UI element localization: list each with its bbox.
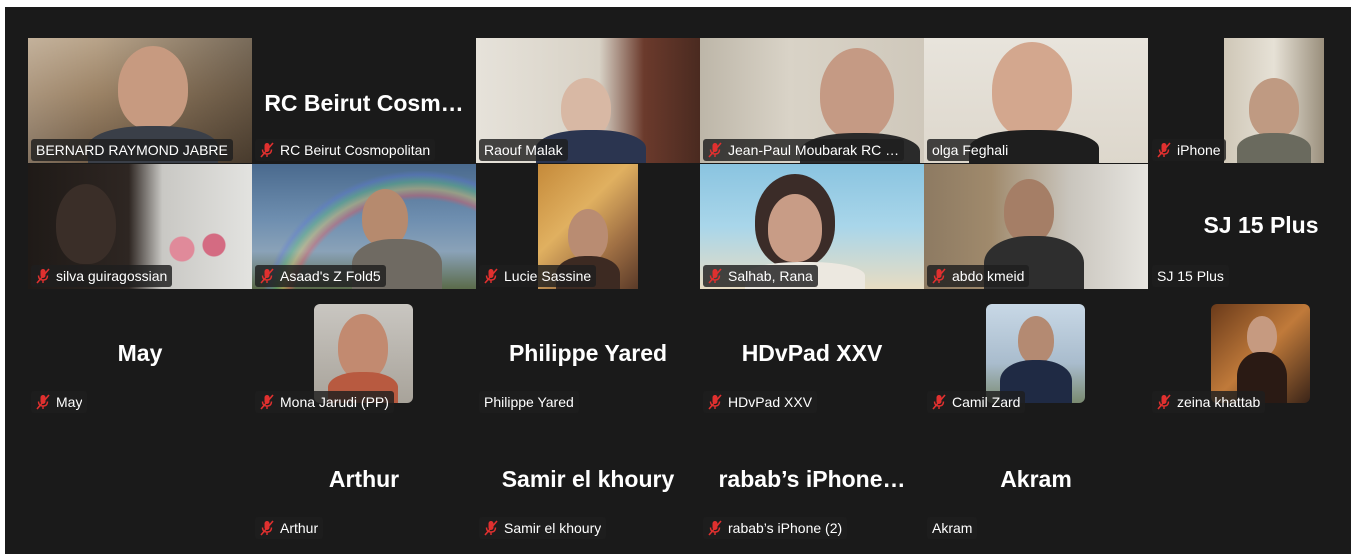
participant-head xyxy=(992,42,1072,138)
muted-mic-icon xyxy=(1157,394,1171,410)
muted-mic-icon xyxy=(484,268,498,284)
participant-head xyxy=(568,209,608,261)
profile-picture xyxy=(986,304,1085,403)
participant-nametag: Akram xyxy=(927,517,978,539)
participant-tile-bernard[interactable]: BERNARD RAYMOND JABRE xyxy=(28,38,252,163)
participant-tile-rc-beirut[interactable]: RC Beirut Cosm… RC Beirut Cosmopolitan xyxy=(252,38,476,163)
participant-tile-may[interactable]: May May xyxy=(28,290,252,415)
participant-nametag: BERNARD RAYMOND JABRE xyxy=(31,139,233,161)
participant-display-name: HDvPad XXV xyxy=(741,340,883,366)
profile-picture xyxy=(1211,304,1310,403)
participant-tile-samir[interactable]: Samir el khoury Samir el khoury xyxy=(476,416,700,541)
participant-tile-asaad[interactable]: Asaad's Z Fold5 xyxy=(252,164,476,289)
muted-mic-icon xyxy=(260,520,274,536)
muted-mic-icon xyxy=(1157,142,1171,158)
participant-head xyxy=(1004,179,1054,243)
participant-head xyxy=(561,78,611,138)
participant-nametag: Lucie Sassine xyxy=(479,265,597,287)
participant-tile-lucie[interactable]: Lucie Sassine xyxy=(476,164,700,289)
participant-nametag: Asaad's Z Fold5 xyxy=(255,265,386,287)
profile-picture xyxy=(314,304,413,403)
participant-nametag: May xyxy=(31,391,88,413)
participant-nametag: Raouf Malak xyxy=(479,139,568,161)
participant-nametag: olga Feghali xyxy=(927,139,1014,161)
participant-nametag: RC Beirut Cosmopolitan xyxy=(255,139,436,161)
participant-tile-hdvpad[interactable]: HDvPad XXV HDvPad XXV xyxy=(700,290,924,415)
participant-tile-rana[interactable]: Salhab, Rana xyxy=(700,164,924,289)
participant-nametag: silva guiragossian xyxy=(31,265,173,287)
participant-head xyxy=(820,48,894,140)
participant-display-name: Akram xyxy=(1000,466,1072,492)
participant-head xyxy=(56,184,116,264)
participant-tile-jean-paul[interactable]: Jean-Paul Moubarak RC … xyxy=(700,38,924,163)
participant-display-name: Samir el khoury xyxy=(501,466,675,492)
muted-mic-icon xyxy=(708,520,722,536)
participant-nametag: Jean-Paul Moubarak RC … xyxy=(703,139,905,161)
participant-head xyxy=(1018,316,1054,364)
participant-tile-abdo[interactable]: abdo kmeid xyxy=(924,164,1148,289)
participant-nametag: abdo kmeid xyxy=(927,265,1030,287)
muted-mic-icon xyxy=(36,394,50,410)
participant-display-name: rabab’s iPhone… xyxy=(718,466,906,492)
participant-display-name: Philippe Yared xyxy=(508,340,668,366)
participant-tile-mona[interactable]: Mona Jarudi (PP) xyxy=(252,290,476,415)
muted-mic-icon xyxy=(260,142,274,158)
participant-head xyxy=(118,46,188,130)
participant-nametag: HDvPad XXV xyxy=(703,391,818,413)
muted-mic-icon xyxy=(484,520,498,536)
participant-nametag: Camil Zard xyxy=(927,391,1026,413)
participant-tile-camil[interactable]: Camil Zard xyxy=(924,290,1148,415)
participant-tile-zeina[interactable]: zeina khattab xyxy=(1149,290,1351,415)
participant-nametag: Mona Jarudi (PP) xyxy=(255,391,394,413)
participant-tile-rabab[interactable]: rabab’s iPhone… rabab’s iPhone (2) xyxy=(700,416,924,541)
muted-mic-icon xyxy=(36,268,50,284)
participant-tile-arthur[interactable]: Arthur Arthur xyxy=(252,416,476,541)
participant-nametag: zeina khattab xyxy=(1152,391,1266,413)
muted-mic-icon xyxy=(708,394,722,410)
participant-display-name: RC Beirut Cosm… xyxy=(264,90,464,116)
muted-mic-icon xyxy=(260,268,274,284)
participant-nametag: rabab’s iPhone (2) xyxy=(703,517,848,539)
muted-mic-icon xyxy=(708,268,722,284)
muted-mic-icon xyxy=(932,394,946,410)
participant-nametag: SJ 15 Plus xyxy=(1152,265,1229,287)
participant-nametag: Salhab, Rana xyxy=(703,265,818,287)
participant-tile-sj15[interactable]: SJ 15 Plus SJ 15 Plus xyxy=(1149,164,1351,289)
participant-nametag: iPhone xyxy=(1152,139,1226,161)
participant-display-name: SJ 15 Plus xyxy=(1203,212,1319,238)
flowers xyxy=(158,229,238,269)
muted-mic-icon xyxy=(260,394,274,410)
participant-nametag: Philippe Yared xyxy=(479,391,579,413)
participant-head xyxy=(1249,78,1299,138)
gallery-view: BERNARD RAYMOND JABRE RC Beirut Cosm… RC… xyxy=(5,7,1351,554)
participant-face xyxy=(768,194,822,262)
participant-tile-olga-active-speaker[interactable]: olga Feghali xyxy=(924,38,1148,163)
participant-tile-silva[interactable]: silva guiragossian xyxy=(28,164,252,289)
participant-tile-iphone[interactable]: iPhone xyxy=(1149,38,1351,163)
muted-mic-icon xyxy=(932,268,946,284)
participant-nametag: Arthur xyxy=(255,517,324,539)
participant-tile-akram[interactable]: Akram Akram xyxy=(924,416,1148,541)
participant-tile-raouf[interactable]: Raouf Malak xyxy=(476,38,700,163)
participant-tile-philippe[interactable]: Philippe Yared Philippe Yared xyxy=(476,290,700,415)
participant-body xyxy=(1237,133,1311,163)
participant-nametag: Samir el khoury xyxy=(479,517,607,539)
muted-mic-icon xyxy=(708,142,722,158)
participant-display-name: Arthur xyxy=(328,466,400,492)
participant-display-name: May xyxy=(117,340,163,366)
participant-head xyxy=(1247,316,1277,356)
participant-head xyxy=(338,314,388,380)
